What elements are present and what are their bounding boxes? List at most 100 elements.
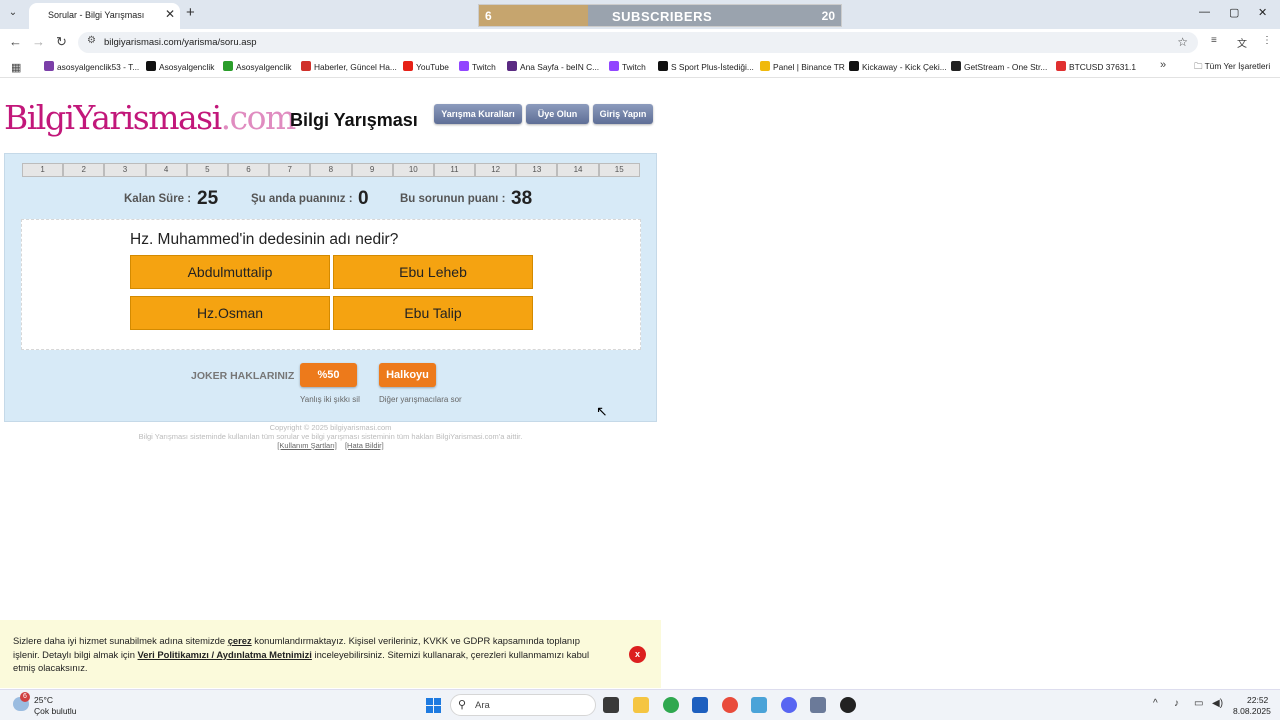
question-number: 13 [516,163,558,177]
restore-icon[interactable]: ▢ [1229,6,1239,19]
settings-icon[interactable] [810,697,826,713]
volume-icon[interactable]: ◀) [1212,698,1223,709]
translate-icon[interactable]: 文 [1237,35,1247,50]
chrome-profile-icon[interactable] [722,697,738,713]
apps-grid-icon[interactable]: ▦ [11,61,21,74]
privacy-policy-link[interactable]: Veri Politikamızı / Aydınlatma Metnimizi [138,649,312,660]
score-label: Şu anda puanınız : [251,193,353,205]
window-close-icon[interactable]: ✕ [1258,6,1267,19]
answer-d[interactable]: Ebu Talip [333,296,533,330]
bookmark-item[interactable]: Haberler, Güncel Ha... [301,61,397,72]
url-text[interactable]: bilgiyarismasi.com/yarisma/soru.asp [104,37,257,48]
forward-icon[interactable]: → [32,34,45,49]
bookmark-favicon-icon [1056,61,1066,71]
bookmark-label: Haberler, Güncel Ha... [314,62,397,72]
media-icon[interactable]: ≡ [1211,35,1217,46]
bookmark-item[interactable]: Kickaway - Kick Çeki... [849,61,947,72]
tray-chevron-icon[interactable]: ^ [1153,698,1158,709]
menu-icon[interactable]: ⋮ [1262,35,1272,46]
mouse-cursor-icon: ↖ [596,403,608,419]
bookmark-item[interactable]: S Sport Plus-İstediği... [658,61,754,72]
microphone-icon[interactable]: ♪ [1174,698,1179,709]
bookmark-favicon-icon [609,61,619,71]
cookie-link[interactable]: çerez [228,635,252,646]
footer-copyright: Copyright © 2025 bilgiyarismasi.com [269,423,392,432]
new-tab-icon[interactable]: + [186,4,195,21]
file-explorer-icon[interactable] [633,697,649,713]
tab-title: Sorular - Bilgi Yarışması [48,10,145,20]
taskbar-search-placeholder: Ara [475,700,490,711]
chrome-icon[interactable] [663,697,679,713]
bookmark-label: S Sport Plus-İstediği... [671,62,754,72]
clock-time[interactable]: 22:52 [1247,695,1268,705]
answer-a[interactable]: Abdulmuttalip [130,255,330,289]
answer-b[interactable]: Ebu Leheb [333,255,533,289]
back-icon[interactable]: ← [9,34,22,49]
browser-tab[interactable]: Sorular - Bilgi Yarışması ✕ [29,3,180,29]
joker-audience-button[interactable]: Halkoyu [379,363,436,387]
weather-badge: 6 [20,692,30,702]
answer-c[interactable]: Hz.Osman [130,296,330,330]
folder-icon: 🗀 [1194,61,1203,71]
question-number: 1 [22,163,64,177]
bookmark-item[interactable]: Twitch [459,61,496,72]
cookie-close-button[interactable]: x [629,646,646,663]
discord-icon[interactable] [781,697,797,713]
subscriber-goal: 20 [821,9,835,23]
terms-link[interactable]: [Kullanım Şartları] [277,441,337,450]
tab-search-icon[interactable]: ⌄ [4,4,22,22]
site-logo[interactable]: BilgiYarismasi.com [4,98,296,137]
logo-main: BilgiYarismasi [4,98,222,137]
report-error-link[interactable]: [Hata Bildir] [345,441,384,450]
network-app-icon[interactable] [751,697,767,713]
weather-temperature[interactable]: 25°C [34,695,53,705]
bookmark-item[interactable]: BTCUSD 37631.1 [1056,61,1136,72]
bookmark-label: Twitch [622,62,646,72]
address-bar: ← → ↻ ⚙ bilgiyarismasi.com/yarisma/soru.… [0,29,1280,56]
joker-audience-desc: Diğer yarışmacılara sor [379,395,462,404]
login-button[interactable]: Giriş Yapın [593,104,653,124]
bookmark-label: Asosyalgenclik [236,62,292,72]
omnibox[interactable]: ⚙ bilgiyarismasi.com/yarisma/soru.asp ☆ [78,32,1198,53]
bookmark-label: YouTube [416,62,449,72]
question-box: Hz. Muhammed'in dedesinin adı nedir? Abd… [21,219,641,350]
bookmark-favicon-icon [44,61,54,71]
bookmark-favicon-icon [951,61,961,71]
bookmark-item[interactable]: YouTube [403,61,449,72]
taskbar-search[interactable]: ⚲ Ara [450,694,596,716]
obs-icon[interactable] [840,697,856,713]
register-button[interactable]: Üye Olun [526,104,589,124]
bookmark-label: Panel | Binance TR [773,62,845,72]
bookmark-item[interactable]: Ana Sayfa - beIN C... [507,61,599,72]
task-view-icon[interactable] [603,697,619,713]
bookmark-favicon-icon [507,61,517,71]
weather-description[interactable]: Çok bulutlu [34,706,77,716]
question-number: 15 [598,163,640,177]
subscriber-current: 6 [485,9,492,23]
bookmark-label: Ana Sayfa - beIN C... [520,62,600,72]
question-number: 10 [392,163,434,177]
reload-icon[interactable]: ↻ [56,34,67,50]
question-number: 5 [186,163,228,177]
bookmark-item[interactable]: Asosyalgenclik [223,61,291,72]
minimize-icon[interactable]: — [1199,6,1210,18]
display-icon[interactable]: ▭ [1194,698,1203,709]
cookie-text-part: Sizlere daha iyi hizmet sunabilmek adına… [13,635,228,646]
all-bookmarks[interactable]: 🗀 Tüm Yer İşaretleri [1194,61,1270,75]
clock-date[interactable]: 8.08.2025 [1233,706,1271,716]
store-icon[interactable] [692,697,708,713]
site-info-icon[interactable]: ⚙ [87,35,96,46]
bookmark-star-icon[interactable]: ☆ [1177,35,1188,49]
rules-button[interactable]: Yarışma Kuralları [434,104,522,124]
bookmark-item[interactable]: asosyalgenclik53 - T... [44,61,139,72]
start-windows-icon[interactable] [426,698,441,713]
bookmark-item[interactable]: Panel | Binance TR [760,61,845,72]
bookmark-item[interactable]: Twitch [609,61,646,72]
bookmark-label: asosyalgenclik53 - T... [57,62,140,72]
joker-fifty-button[interactable]: %50 [300,363,357,387]
subscriber-label: SUBSCRIBERS [612,9,713,24]
bookmark-item[interactable]: GetStream - One Str... [951,61,1047,72]
tab-close-icon[interactable]: ✕ [165,7,175,21]
more-bookmarks-icon[interactable]: » [1160,59,1166,71]
bookmark-item[interactable]: Asosyalgenclik [146,61,214,72]
